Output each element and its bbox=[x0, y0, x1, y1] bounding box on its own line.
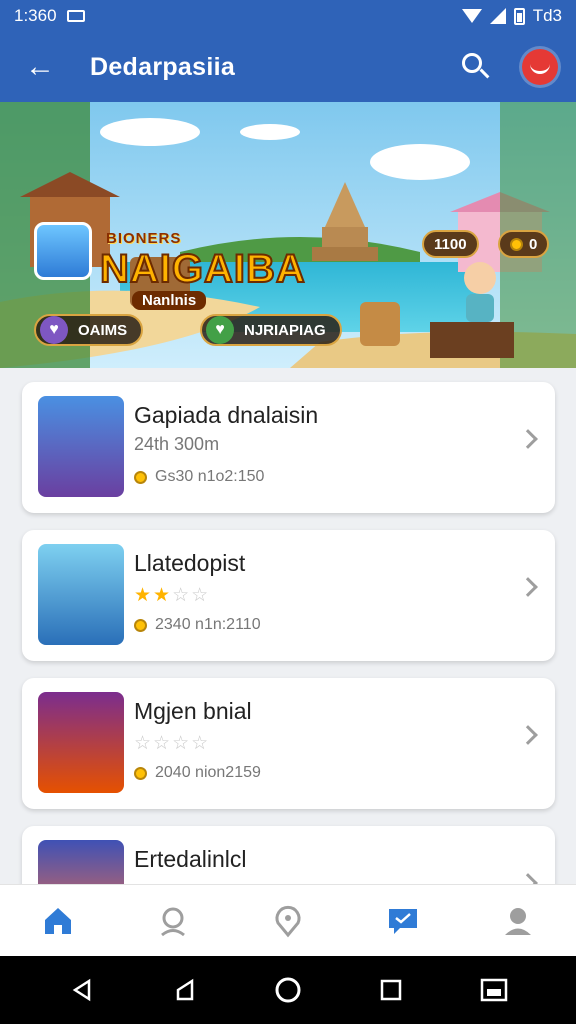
signal-icon bbox=[489, 8, 506, 24]
game-card[interactable]: Gapiada dnalaisin 24th 300m Gs30 n1o2:15… bbox=[22, 382, 555, 513]
coin-icon bbox=[510, 237, 523, 251]
system-recents-alt-button[interactable] bbox=[161, 966, 209, 1014]
bottom-navigation bbox=[0, 884, 576, 956]
game-badge bbox=[34, 222, 92, 280]
status-right-text: Td3 bbox=[532, 6, 562, 25]
star-icon: ☆ bbox=[134, 733, 154, 754]
home-icon bbox=[44, 907, 71, 934]
system-home-button[interactable] bbox=[264, 966, 312, 1014]
status-bar: 1:360 Td3 bbox=[0, 0, 576, 32]
nav-account[interactable] bbox=[461, 885, 576, 956]
star-rating: ★★☆☆ bbox=[134, 584, 210, 607]
game-card[interactable]: Ertedalinlcl bbox=[22, 826, 555, 884]
star-icon: ☆ bbox=[153, 733, 173, 754]
game-thumbnail bbox=[38, 544, 124, 645]
notification-icon bbox=[66, 10, 85, 22]
profile-icon bbox=[160, 907, 185, 936]
search-button[interactable] bbox=[452, 45, 496, 89]
coin-counter[interactable]: 0 bbox=[498, 230, 550, 258]
game-name: Llatedopist bbox=[134, 550, 246, 576]
location-icon bbox=[275, 905, 301, 937]
back-button[interactable]: ← bbox=[18, 45, 62, 89]
star-icon: ☆ bbox=[172, 733, 192, 754]
star-icon: ★ bbox=[134, 585, 154, 606]
chevron-right-icon bbox=[518, 725, 538, 745]
game-thumbnail bbox=[38, 840, 124, 884]
profile-avatar[interactable] bbox=[522, 49, 558, 85]
game-list: Gapiada dnalaisin 24th 300m Gs30 n1o2:15… bbox=[0, 368, 576, 884]
coin-icon bbox=[134, 766, 147, 780]
game-name: Mgjen bnial bbox=[134, 698, 252, 724]
star-icon: ☆ bbox=[191, 733, 211, 754]
game-card[interactable]: Llatedopist ★★☆☆ 2340 n1n:2110 bbox=[22, 530, 555, 661]
chevron-right-icon bbox=[518, 577, 538, 597]
star-rating: ☆☆☆☆ bbox=[134, 732, 210, 755]
game-name: Gapiada dnalaisin bbox=[134, 402, 319, 428]
status-time: 1:360 bbox=[14, 6, 57, 25]
system-screenshot-button[interactable] bbox=[470, 966, 518, 1014]
home-circle-icon bbox=[275, 977, 301, 1003]
star-icon: ☆ bbox=[172, 585, 192, 606]
square-icon bbox=[176, 978, 194, 1001]
coin-icon bbox=[134, 618, 147, 632]
game-meta: 2340 n1n:2110 bbox=[134, 616, 261, 634]
wifi-icon bbox=[461, 9, 482, 23]
recents-square-icon bbox=[380, 979, 402, 1001]
back-triangle-icon bbox=[72, 978, 90, 1002]
coin-icon bbox=[134, 470, 147, 484]
game-logo: BIONERS NAIGAIBA Nanlnis bbox=[99, 230, 306, 310]
hero-banner[interactable]: BIONERS NAIGAIBA Nanlnis 1100 0 ♥ OAIMS … bbox=[0, 102, 576, 368]
banner-pill-2[interactable]: ♥ NJRIAPIAG bbox=[200, 314, 342, 346]
heart-icon: ♥ bbox=[206, 316, 234, 344]
screenshot-icon bbox=[481, 978, 508, 1002]
nav-home[interactable] bbox=[0, 885, 115, 956]
heart-icon: ♥ bbox=[40, 316, 68, 344]
logo-subtitle: BIONERS bbox=[106, 230, 182, 247]
page-title: Dedarpasiia bbox=[90, 52, 236, 81]
star-icon: ★ bbox=[153, 585, 173, 606]
system-navigation bbox=[0, 956, 576, 1024]
nav-location[interactable] bbox=[230, 885, 345, 956]
star-icon: ☆ bbox=[191, 585, 211, 606]
chevron-right-icon bbox=[518, 873, 538, 884]
arrow-left-icon: ← bbox=[25, 50, 55, 83]
app-bar: ← Dedarpasiia bbox=[0, 32, 576, 102]
game-thumbnail bbox=[38, 396, 124, 497]
game-name: Ertedalinlcl bbox=[134, 846, 247, 872]
game-subtitle: 24th 300m bbox=[134, 434, 220, 454]
game-thumbnail bbox=[38, 692, 124, 793]
game-meta: 2040 nion2159 bbox=[134, 764, 261, 782]
logo-tag: Nanlnis bbox=[132, 291, 207, 310]
battery-icon bbox=[513, 7, 525, 25]
chevron-right-icon bbox=[518, 429, 538, 449]
game-meta: Gs30 n1o2:150 bbox=[134, 468, 264, 486]
banner-pill-1[interactable]: ♥ OAIMS bbox=[34, 314, 144, 346]
account-icon bbox=[505, 907, 532, 935]
system-back-button[interactable] bbox=[58, 966, 106, 1014]
nav-profile[interactable] bbox=[115, 885, 230, 956]
system-recents-button[interactable] bbox=[367, 966, 415, 1014]
nav-chat[interactable] bbox=[346, 885, 461, 956]
game-card[interactable]: Mgjen bnial ☆☆☆☆ 2040 nion2159 bbox=[22, 678, 555, 809]
logo-title: NAIGAIBA bbox=[99, 246, 306, 292]
chat-icon bbox=[389, 908, 418, 934]
gem-counter[interactable]: 1100 bbox=[422, 230, 479, 258]
